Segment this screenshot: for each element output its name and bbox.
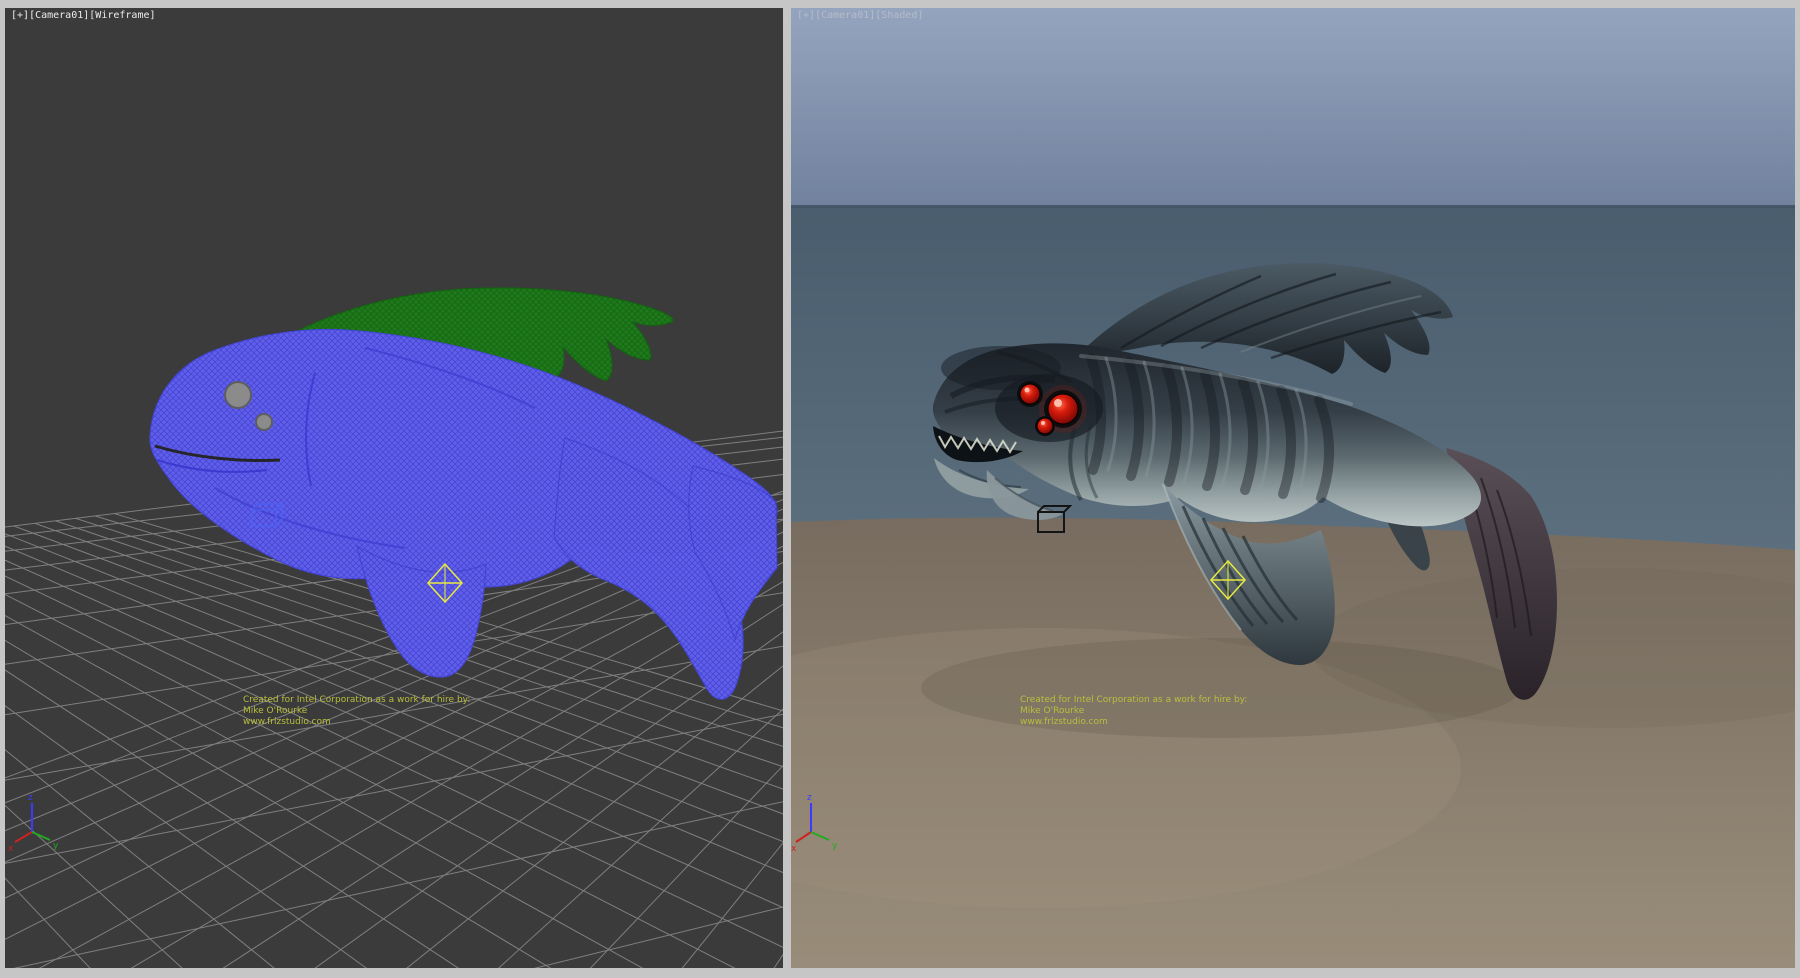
- axis-x-label: x: [8, 844, 14, 854]
- fish-eye-small: [256, 414, 272, 430]
- horizon-line: [791, 205, 1795, 208]
- watermark-line2: Mike O'Rourke: [1020, 706, 1247, 717]
- sky: [791, 8, 1795, 207]
- viewport-area: [+][Camera01][Wireframe]: [0, 0, 1800, 978]
- watermark-line1: Created for Intel Corporation as a work …: [1020, 695, 1247, 706]
- axis-y-label: y: [53, 841, 59, 851]
- viewport-menu-plus[interactable]: [+]: [11, 10, 29, 21]
- axis-x-label: x: [791, 844, 797, 854]
- right-viewport-canvas[interactable]: z x y: [791, 8, 1795, 968]
- watermark-text: Created for Intel Corporation as a work …: [1020, 695, 1247, 728]
- left-viewport-canvas[interactable]: z x y: [5, 8, 783, 968]
- viewport-shaded[interactable]: [+][Camera01][Shaded]: [791, 8, 1795, 968]
- viewport-menu-plus[interactable]: [+]: [797, 10, 815, 21]
- viewport-wireframe[interactable]: [+][Camera01][Wireframe]: [5, 8, 783, 968]
- fish-eye-large: [225, 382, 251, 408]
- watermark-text: Created for Intel Corporation as a work …: [243, 695, 470, 728]
- fish-eye-mid: [1020, 384, 1040, 404]
- viewport-menu-camera[interactable]: [Camera01]: [29, 10, 89, 21]
- fish-eye-small: [1037, 418, 1053, 434]
- axis-z-label: z: [28, 793, 33, 803]
- axis-z-label: z: [807, 793, 812, 803]
- viewport-menu-shading[interactable]: [Wireframe]: [89, 10, 155, 21]
- viewport-label-left: [+][Camera01][Wireframe]: [11, 10, 156, 21]
- viewport-label-right: [+][Camera01][Shaded]: [797, 10, 923, 21]
- axis-y-label: y: [832, 841, 838, 851]
- watermark-line3: www.frlzstudio.com: [243, 717, 470, 728]
- watermark-line2: Mike O'Rourke: [243, 706, 470, 717]
- viewport-menu-camera[interactable]: [Camera01]: [815, 10, 875, 21]
- watermark-line3: www.frlzstudio.com: [1020, 717, 1247, 728]
- watermark-line1: Created for Intel Corporation as a work …: [243, 695, 470, 706]
- viewport-menu-shading[interactable]: [Shaded]: [875, 10, 923, 21]
